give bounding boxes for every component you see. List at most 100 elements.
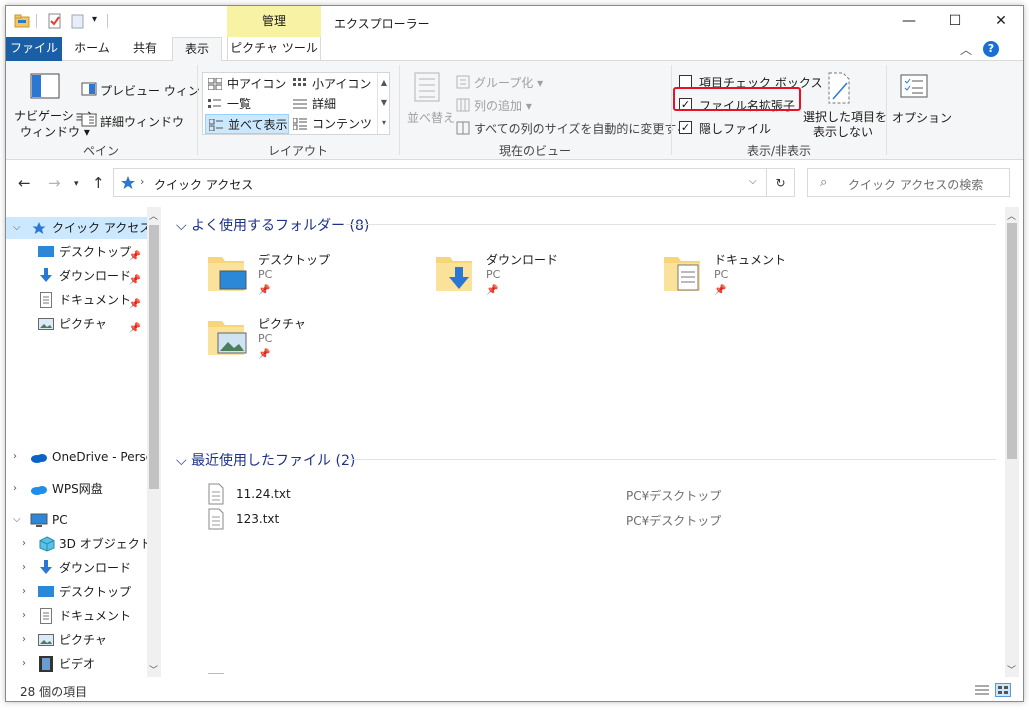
folder-tile-desktop[interactable]: デスクトップ PC 📌 <box>206 247 436 303</box>
layout-scroll-up-icon[interactable]: ▲ <box>378 73 390 93</box>
forward-arrow-icon[interactable]: → <box>48 174 61 192</box>
breadcrumb-quick-access[interactable]: クイック アクセス <box>154 176 253 193</box>
file-location: PC¥デスクトップ <box>626 514 722 528</box>
details-view-icon[interactable] <box>975 684 989 696</box>
details-pane-button[interactable]: 詳細ウィンドウ <box>100 113 184 130</box>
nav-quick-downloads[interactable]: ダウンロード 📌 <box>6 265 147 287</box>
collapsed-chevron-icon[interactable]: › <box>22 605 26 627</box>
quick-access-star-icon <box>121 176 135 189</box>
options-button[interactable]: オプション <box>892 109 952 126</box>
hide-selected-line2[interactable]: 表示しない <box>813 123 873 140</box>
hidden-items-checkbox[interactable]: ✓ <box>679 121 692 134</box>
recent-locations-icon[interactable]: ▾ <box>74 179 79 189</box>
scroll-down-icon[interactable]: ﹀ <box>149 663 158 676</box>
collapsed-chevron-icon[interactable]: › <box>22 557 26 579</box>
collapsed-chevron-icon[interactable]: › <box>22 581 26 603</box>
help-icon[interactable]: ? <box>983 41 999 57</box>
folder-tile-downloads[interactable]: ダウンロード PC 📌 <box>434 247 664 303</box>
content-scrollbar[interactable]: ︿ ﹀ <box>1005 207 1019 677</box>
scroll-up-icon[interactable]: ︿ <box>1007 209 1016 222</box>
nav-quick-desktop[interactable]: デスクトップ 📌 <box>6 241 147 263</box>
refresh-button[interactable]: ↻ <box>766 168 795 197</box>
tab-file[interactable]: ファイル <box>6 37 62 61</box>
nav-pc-pictures[interactable]: › ピクチャ <box>6 629 147 651</box>
nav-item-label: PC <box>52 513 68 527</box>
address-dropdown-icon[interactable]: ⌵ <box>749 176 757 187</box>
nav-pc-desktop[interactable]: › デスクトップ <box>6 581 147 603</box>
layout-details[interactable]: 詳細 <box>290 94 374 114</box>
nav-quick-access[interactable]: ⌵ クイック アクセス <box>6 217 147 239</box>
folder-tile-pictures[interactable]: ピクチャ PC 📌 <box>206 311 436 367</box>
nav-onedrive[interactable]: › OneDrive - Persor <box>6 446 147 468</box>
breadcrumb-chevron-icon[interactable]: › <box>140 175 144 188</box>
tab-picture-tools[interactable]: ピクチャ ツール <box>227 37 321 61</box>
layout-medium-icons[interactable]: 中アイコン <box>205 74 289 94</box>
scroll-up-icon[interactable]: ︿ <box>149 209 158 222</box>
nav-pc-downloads[interactable]: › ダウンロード <box>6 557 147 579</box>
back-arrow-icon[interactable]: ← <box>18 174 31 192</box>
content-scroll-thumb[interactable] <box>1007 223 1017 459</box>
collapsed-chevron-icon[interactable]: › <box>13 446 17 468</box>
layout-expand-icon[interactable]: ▾ <box>378 113 390 133</box>
group-by-button[interactable]: グループ化 ▾ <box>474 74 543 91</box>
nav-pc[interactable]: ⌵ PC <box>6 509 147 531</box>
tab-home[interactable]: ホーム <box>66 37 118 61</box>
nav-quick-pictures[interactable]: ピクチャ 📌 <box>6 313 147 335</box>
recent-file-row[interactable]: 123.txt PC¥デスクトップ <box>206 508 766 530</box>
nav-pc-documents[interactable]: › ドキュメント <box>6 605 147 627</box>
layout-content[interactable]: コンテンツ <box>290 114 374 134</box>
folder-location: PC <box>258 332 273 345</box>
maximize-button[interactable]: ☐ <box>932 6 978 36</box>
expanded-chevron-icon[interactable]: ⌵ <box>13 217 21 239</box>
search-box[interactable]: ⌕ クイック アクセスの検索 <box>807 168 1010 197</box>
navpane-scrollbar[interactable]: ︿ ﹀ <box>147 207 161 677</box>
tab-share[interactable]: 共有 <box>120 37 170 61</box>
video-icon <box>39 656 53 672</box>
layout-list[interactable]: 一覧 <box>205 94 289 114</box>
file-name: 11.24.txt <box>236 487 291 501</box>
collapsed-chevron-icon[interactable]: › <box>22 533 26 555</box>
group-collapse-icon[interactable]: ⌵ <box>176 218 191 234</box>
collapsed-chevron-icon[interactable]: › <box>13 478 17 500</box>
folder-tile-documents[interactable]: ドキュメント PC 📌 <box>662 247 892 303</box>
search-input[interactable]: クイック アクセスの検索 <box>848 176 983 193</box>
collapsed-chevron-icon[interactable]: › <box>22 653 26 675</box>
recent-files-header[interactable]: ⌵ 最近使用したファイル (2) <box>176 450 355 470</box>
layout-tiles[interactable]: 並べて表示 <box>205 114 289 134</box>
close-button[interactable]: ✕ <box>978 6 1023 36</box>
desktop-folder-icon <box>208 257 247 291</box>
recent-file-row[interactable]: 11.24.txt PC¥デスクトップ <box>206 483 766 505</box>
layout-small-icons[interactable]: 小アイコン <box>290 74 374 94</box>
address-bar[interactable]: › クイック アクセス ⌵ <box>113 168 767 197</box>
navigation-bar: ← → ▾ ↑ › クイック アクセス ⌵ ↻ ⌕ クイック アクセスの検索 <box>6 160 1023 207</box>
medium-icons-icon <box>208 78 222 90</box>
large-icons-view-icon[interactable] <box>995 683 1011 697</box>
sort-by-button[interactable]: 並べ替え <box>407 109 455 126</box>
nav-pc-3d-objects[interactable]: › 3D オブジェクト <box>6 533 147 555</box>
folder-location: PC <box>714 268 729 281</box>
new-folder-icon[interactable] <box>70 13 86 29</box>
navigation-pane-dropdown[interactable]: ウィンドウ ▾ <box>20 123 90 140</box>
collapsed-chevron-icon[interactable]: › <box>22 629 26 651</box>
nav-pc-videos[interactable]: › ビデオ <box>6 653 147 675</box>
layout-scroll-down-icon[interactable]: ▼ <box>378 93 390 113</box>
layout-scroll[interactable]: ▲ ▼ ▾ <box>377 73 390 134</box>
collapse-ribbon-icon[interactable]: ︿ <box>960 41 972 58</box>
group-collapse-icon[interactable]: ⌵ <box>176 453 191 469</box>
highlight-file-extensions <box>673 87 801 111</box>
add-columns-button[interactable]: 列の追加 ▾ <box>474 97 532 114</box>
explorer-folder-icon[interactable] <box>14 13 30 29</box>
minimize-button[interactable]: — <box>886 6 932 36</box>
nav-item-label: デスクトップ <box>59 585 132 599</box>
up-arrow-icon[interactable]: ↑ <box>92 174 105 192</box>
nav-wps[interactable]: › WPS网盘 <box>6 478 147 500</box>
frequent-folders-header[interactable]: ⌵ よく使用するフォルダー (8) <box>176 215 369 235</box>
expanded-chevron-icon[interactable]: ⌵ <box>13 509 21 531</box>
size-all-columns-button[interactable]: すべての列のサイズを自動的に変更する <box>474 120 688 137</box>
scroll-down-icon[interactable]: ﹀ <box>1007 663 1016 676</box>
nav-quick-documents[interactable]: ドキュメント 📌 <box>6 289 147 311</box>
tab-view[interactable]: 表示 <box>172 37 222 62</box>
qat-dropdown-icon[interactable]: ▾ <box>92 14 97 25</box>
properties-icon[interactable] <box>47 13 63 29</box>
navpane-scroll-thumb[interactable] <box>149 225 159 489</box>
